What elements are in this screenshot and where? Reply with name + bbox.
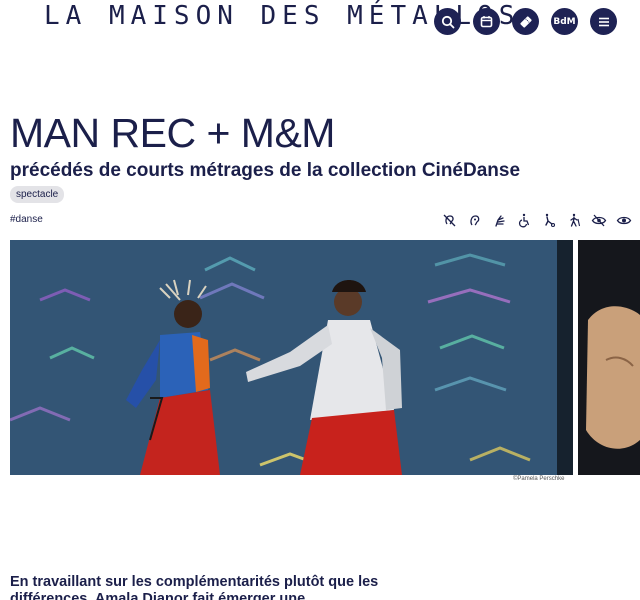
search-icon[interactable] xyxy=(434,8,461,35)
deaf-icon xyxy=(466,212,482,228)
reduced-mobility-icon xyxy=(541,212,557,228)
ticket-icon[interactable] xyxy=(512,8,539,35)
site-header: LA MAISON DES MÉTALLOS BdM xyxy=(0,0,640,46)
page: LA MAISON DES MÉTALLOS BdM MAN REC + M&M… xyxy=(0,0,640,600)
calendar-icon[interactable] xyxy=(473,8,500,35)
gallery-photo-next[interactable] xyxy=(578,240,640,475)
wheelchair-icon xyxy=(516,212,532,228)
hearing-loop-icon xyxy=(441,212,457,228)
visually-impaired-icon xyxy=(591,212,607,228)
intro-text: En travaillant sur les complémentarités … xyxy=(10,574,379,600)
page-subtitle: précédés de courts métrages de la collec… xyxy=(10,160,521,181)
bdm-icon[interactable]: BdM xyxy=(551,8,578,35)
photo-gallery[interactable]: ©Pamela Perschke xyxy=(10,240,640,485)
photo-credit: ©Pamela Perschke xyxy=(513,476,565,482)
menu-icon[interactable] xyxy=(590,8,617,35)
page-title: MAN REC + M&M xyxy=(10,110,335,156)
category-badge[interactable]: spectacle xyxy=(10,186,65,203)
sign-language-icon xyxy=(491,212,507,228)
eye-icon xyxy=(616,212,632,228)
gallery-photo-dancers[interactable] xyxy=(10,240,573,475)
header-icon-bar: BdM xyxy=(434,8,617,35)
accessibility-icon-bar xyxy=(441,212,632,228)
tag-link[interactable]: #danse xyxy=(10,214,43,225)
walking-icon xyxy=(566,212,582,228)
